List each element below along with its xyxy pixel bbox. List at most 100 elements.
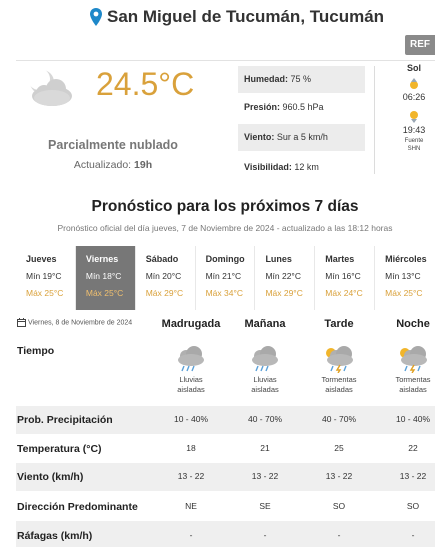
day-name: Domingo [205, 254, 245, 264]
sun-source-name: SHN [407, 146, 421, 152]
day-name: Viernes [85, 254, 119, 264]
temp-madrugada: 18 [186, 443, 196, 453]
viento-noche: 13 - 22 [399, 471, 427, 481]
sunrise-icon [410, 78, 418, 89]
rafagas-manana: - [263, 530, 267, 540]
col-tarde: Tarde [324, 318, 354, 330]
location-header: San Miguel de Tucumán, Tucumán [0, 6, 435, 30]
divider [16, 60, 435, 61]
viento-tarde: 13 - 22 [325, 471, 353, 481]
day-min: Mín 22°C [265, 271, 301, 281]
current-details: Humedad: 75 % Presión: 960.5 hPa Viento:… [238, 66, 365, 182]
day-name: Lunes [265, 254, 292, 264]
day-min: Mín 18°C [85, 271, 122, 281]
temp-tarde: 25 [334, 443, 344, 453]
day-tab-martes[interactable]: Martes Mín 16°C Máx 24°C [315, 246, 376, 310]
direccion-manana: SE [259, 501, 271, 511]
viento-madrugada: 13 - 22 [177, 471, 205, 481]
day-min: Mín 19°C [26, 271, 62, 281]
storm-cloud-icon [326, 346, 353, 373]
precip-manana: 40 - 70% [247, 414, 283, 424]
selected-date: Viernes, 8 de Noviembre de 2024 [17, 318, 132, 327]
precip-noche: 10 - 40% [395, 414, 431, 424]
ref-button[interactable]: REF [405, 35, 435, 55]
rain-cloud-icon [178, 346, 204, 372]
day-tab-viernes[interactable]: Viernes Mín 18°C Máx 25°C [75, 246, 136, 310]
day-min: Mín 20°C [145, 271, 182, 281]
updated-label: Actualizado: [73, 159, 132, 171]
condition-description: Parcialmente nublado [48, 138, 178, 152]
map-pin-icon [90, 8, 102, 26]
direccion-tarde: SO [332, 501, 346, 511]
weather-line: aisladas [399, 385, 427, 394]
weather-line: Lluvias [179, 375, 203, 384]
row-label-precip: Prob. Precipitación [17, 414, 113, 426]
day-max: Máx 29°C [145, 288, 184, 298]
viento-manana: 13 - 22 [251, 471, 279, 481]
pressure-value: 960.5 hPa [282, 102, 324, 112]
col-manana: Mañana [244, 318, 286, 330]
row-label-viento: Viento (km/h) [17, 471, 84, 483]
weather-line: Lluvias [253, 375, 277, 384]
row-label-tiempo: Tiempo [17, 345, 55, 357]
rafagas-tarde: - [337, 530, 341, 540]
humidity-row: Humedad: 75 % [238, 66, 365, 93]
sun-panel: Sol 06:26 19:43 Fuente SHN [395, 63, 433, 153]
row-label-temp: Temperatura (°C) [17, 443, 102, 455]
day-tab-sabado[interactable]: Sábado Mín 20°C Máx 29°C [136, 246, 196, 310]
weather-label-tarde: Tormentas aisladas [309, 375, 369, 395]
day-max: Máx 29°C [265, 288, 303, 298]
day-min: Mín 21°C [205, 271, 242, 281]
divider [374, 66, 375, 174]
updated-value: 19h [134, 159, 153, 171]
row-label-rafagas: Ráfagas (km/h) [17, 530, 93, 542]
rain-cloud-icon [252, 346, 278, 372]
col-noche: Noche [396, 318, 430, 330]
weather-label-manana: Lluvias aisladas [235, 375, 295, 395]
sunset-icon [410, 111, 418, 123]
weather-label-madrugada: Lluvias aisladas [161, 375, 221, 395]
day-max: Máx 25°C [85, 288, 124, 298]
row-label-direccion: Dirección Predominante [17, 501, 138, 513]
col-madrugada: Madrugada [161, 318, 221, 330]
forecast-title: Pronóstico para los próximos 7 días [91, 198, 359, 215]
day-max: Máx 25°C [385, 288, 423, 298]
visibility-value: 12 km [294, 162, 319, 172]
direccion-madrugada: NE [185, 501, 197, 511]
day-max: Máx 25°C [26, 288, 64, 298]
sunset-time: 19:43 [402, 125, 426, 135]
pressure-label: Presión: [244, 102, 281, 112]
temp-noche: 22 [408, 443, 418, 453]
visibility-label: Visibilidad: [244, 162, 292, 172]
wind-row: Viento: Sur a 5 km/h [238, 124, 365, 151]
current-temperature: 24.5°C [96, 66, 195, 102]
sun-source: Fuente SHN [395, 137, 433, 153]
temp-manana: 21 [260, 443, 270, 453]
day-tab-domingo[interactable]: Domingo Mín 21°C Máx 34°C [196, 246, 256, 310]
weather-line: aisladas [177, 385, 205, 394]
day-name: Jueves [26, 254, 57, 264]
weather-line: aisladas [251, 385, 279, 394]
weather-line: Tormentas [321, 375, 357, 384]
humidity-label: Humedad: [244, 74, 289, 84]
weather-label-noche: Tormentas aisladas [383, 375, 435, 395]
partly-cloudy-night-icon [28, 68, 72, 106]
sun-title: Sol [406, 63, 421, 73]
weather-line: Tormentas [395, 375, 431, 384]
day-tab-lunes[interactable]: Lunes Mín 22°C Máx 29°C [255, 246, 316, 310]
direccion-noche: SO [406, 501, 420, 511]
selected-date-text: Viernes, 8 de Noviembre de 2024 [28, 319, 133, 327]
day-max: Máx 24°C [325, 288, 363, 298]
location-title: San Miguel de Tucumán, Tucumán [107, 7, 385, 26]
day-name: Miércoles [385, 254, 427, 264]
sun-source-label: Fuente [404, 138, 424, 144]
wind-label: Viento: [244, 132, 275, 142]
day-tab-jueves[interactable]: Jueves Mín 19°C Máx 25°C [16, 246, 76, 310]
day-tab-miercoles[interactable]: Miércoles Mín 13°C Máx 25°C [375, 246, 435, 310]
forecast-subtitle: Pronóstico oficial del día jueves, 7 de … [57, 223, 393, 233]
weather-line: aisladas [325, 385, 353, 394]
rafagas-noche: - [411, 530, 415, 540]
visibility-row: Visibilidad: 12 km [238, 154, 365, 181]
precip-tarde: 40 - 70% [321, 414, 357, 424]
day-name: Sábado [145, 254, 179, 264]
